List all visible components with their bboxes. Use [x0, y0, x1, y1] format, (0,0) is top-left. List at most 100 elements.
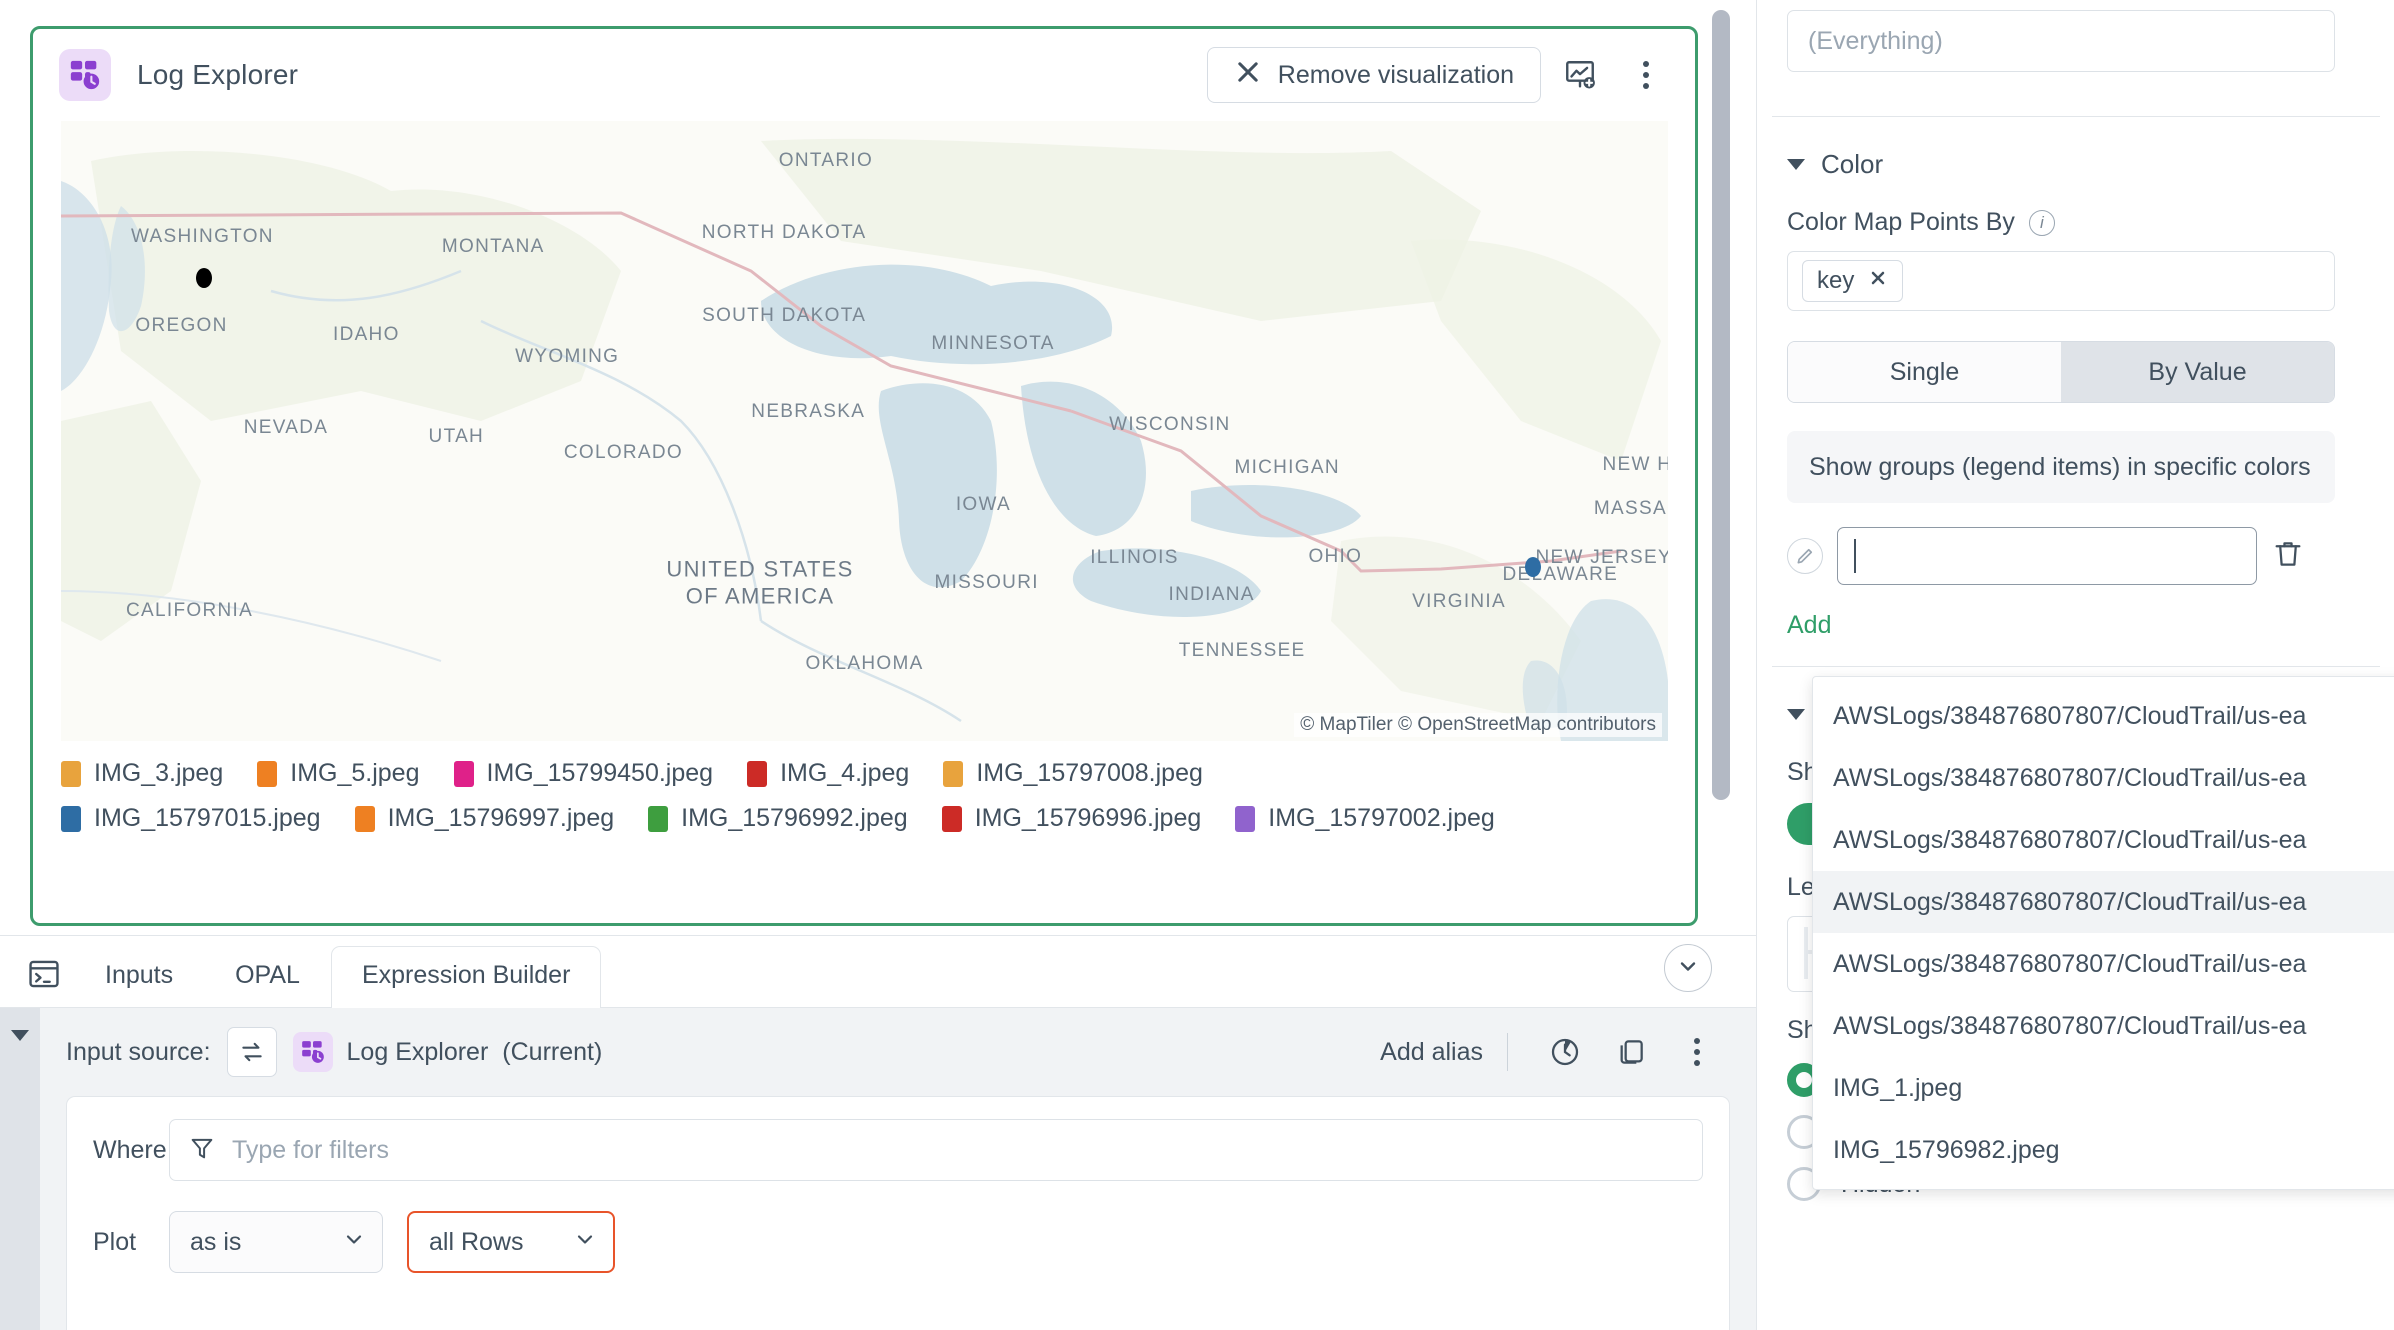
divider — [1772, 116, 2380, 117]
add-color-rule-button[interactable]: Add — [1787, 611, 2364, 640]
tab-opal[interactable]: OPAL — [204, 946, 331, 1008]
plot-mode-value: as is — [190, 1228, 241, 1257]
legend-item[interactable]: IMG_15799450.jpeg — [454, 759, 714, 788]
tab-inputs[interactable]: Inputs — [74, 946, 204, 1008]
key-chip[interactable]: key — [1802, 260, 1903, 302]
add-chart-icon[interactable] — [1553, 48, 1607, 102]
visualization-card: Log Explorer Remove visualization — [30, 26, 1698, 926]
point-delaware[interactable] — [1525, 557, 1541, 577]
pencil-icon[interactable] — [1787, 538, 1823, 574]
segment-single[interactable]: Single — [1788, 342, 2061, 402]
legend-item[interactable]: IMG_5.jpeg — [257, 759, 419, 788]
scrollbar-thumb[interactable] — [1712, 10, 1730, 800]
legend-item[interactable]: IMG_15796997.jpeg — [355, 804, 615, 833]
legend-color-swatch — [454, 761, 474, 787]
legend-item-label: IMG_5.jpeg — [290, 759, 419, 788]
input-source-label: Input source: — [66, 1038, 211, 1067]
legend-row: IMG_15797015.jpeg IMG_15796997.jpeg IMG_15… — [61, 804, 1667, 833]
plot-mode-select[interactable]: as is — [169, 1211, 383, 1273]
legend-item[interactable]: IMG_15797008.jpeg — [943, 759, 1203, 788]
dropdown-item[interactable]: IMG_1.jpeg — [1813, 1057, 2394, 1119]
legend-color-swatch — [61, 761, 81, 787]
close-icon[interactable] — [1868, 267, 1888, 295]
legend-item[interactable]: IMG_4.jpeg — [747, 759, 909, 788]
legend-item[interactable]: IMG_15796996.jpeg — [942, 804, 1202, 833]
legend-color-swatch — [355, 806, 375, 832]
add-alias-button[interactable]: Add alias — [1380, 1038, 1483, 1067]
everything-placeholder: (Everything) — [1808, 27, 1943, 56]
filter-icon — [188, 1134, 216, 1167]
terminal-icon — [14, 957, 74, 1007]
legend-item[interactable]: IMG_15797002.jpeg — [1235, 804, 1495, 833]
legend-item-label: IMG_3.jpeg — [94, 759, 223, 788]
dropdown-item[interactable]: AWSLogs/384876807807/CloudTrail/us-ea — [1813, 933, 2394, 995]
collapse-panel-button[interactable] — [1664, 944, 1712, 992]
where-label: Where — [93, 1136, 169, 1165]
map-legend: IMG_3.jpeg IMG_5.jpeg IMG_15799450.jpeg IMG… — [33, 741, 1695, 833]
dropdown-item[interactable]: AWSLogs/384876807807/CloudTrail/us-ea — [1813, 685, 2394, 747]
trash-icon[interactable] — [2271, 537, 2305, 576]
divider — [1772, 666, 2380, 667]
point-oregon[interactable] — [196, 268, 212, 288]
bottom-panel-tabbar: InputsOPALExpression Builder — [0, 936, 1756, 1008]
color-section-title: Color — [1821, 149, 1883, 180]
dropdown-item[interactable]: IMG_15796982.jpeg — [1813, 1119, 2394, 1181]
legend-item-label: IMG_15797002.jpeg — [1268, 804, 1495, 833]
plot-label: Plot — [93, 1228, 169, 1257]
legend-row: IMG_3.jpeg IMG_5.jpeg IMG_15799450.jpeg IMG… — [61, 759, 1667, 788]
legend-color-swatch — [648, 806, 668, 832]
legend-color-swatch — [61, 806, 81, 832]
legend-item[interactable]: IMG_3.jpeg — [61, 759, 223, 788]
value-autocomplete-dropdown[interactable]: AWSLogs/384876807807/CloudTrail/us-eaAWS… — [1812, 676, 2394, 1190]
map-canvas — [61, 121, 1668, 741]
main-column: Log Explorer Remove visualization — [0, 0, 1756, 1330]
where-row: Where Type for filters — [93, 1119, 1703, 1181]
builder-collapse-handle[interactable] — [0, 1008, 40, 1330]
log-explorer-icon — [59, 49, 111, 101]
color-section-header[interactable]: Color — [1787, 149, 2364, 180]
filter-input[interactable]: Type for filters — [169, 1119, 1703, 1181]
builder-body: Input source: — [40, 1008, 1756, 1330]
color-value-input[interactable] — [1837, 527, 2257, 585]
chevron-down-icon — [573, 1227, 597, 1258]
dropdown-item[interactable]: AWSLogs/384876807807/CloudTrail/us-ea — [1813, 747, 2394, 809]
color-help-text: Show groups (legend items) in specific c… — [1787, 431, 2335, 503]
tab-expression-builder[interactable]: Expression Builder — [331, 946, 601, 1008]
dropdown-item[interactable]: AWSLogs/384876807807/CloudTrail/us-ea — [1813, 871, 2394, 933]
remove-visualization-button[interactable]: Remove visualization — [1207, 47, 1541, 103]
kebab-menu-icon[interactable] — [1619, 48, 1673, 102]
input-source-row: Input source: — [40, 1008, 1756, 1096]
visualization-scrollbar[interactable] — [1712, 10, 1730, 890]
map-attribution: © MapTiler © OpenStreetMap contributors — [1294, 713, 1662, 737]
color-mode-segmented: SingleBy Value — [1787, 341, 2335, 403]
map-visualization[interactable]: ONTARIOWASHINGTONMONTANANORTH DAKOTAMINN… — [61, 121, 1668, 741]
dropdown-item[interactable]: AWSLogs/384876807807/CloudTrail/us-ea — [1813, 809, 2394, 871]
close-icon — [1234, 58, 1262, 93]
legend-color-swatch — [257, 761, 277, 787]
kebab-menu-icon[interactable] — [1670, 1025, 1724, 1079]
divider — [1507, 1033, 1508, 1071]
plot-rows-select[interactable]: all Rows — [407, 1211, 615, 1273]
chevron-down-icon — [342, 1227, 366, 1258]
dropdown-item[interactable]: AWSLogs/384876807807/CloudTrail/us-ea — [1813, 995, 2394, 1057]
info-icon[interactable]: i — [2029, 210, 2055, 236]
legend-color-swatch — [1235, 806, 1255, 832]
legend-item-label: IMG_15797008.jpeg — [976, 759, 1203, 788]
duplicate-icon[interactable] — [1604, 1025, 1658, 1079]
everything-input[interactable]: (Everything) — [1787, 10, 2335, 72]
legend-item[interactable]: IMG_15796992.jpeg — [648, 804, 908, 833]
clock-icon[interactable] — [1538, 1025, 1592, 1079]
swap-icon[interactable] — [227, 1027, 277, 1077]
bottom-panel: InputsOPALExpression Builder Input sourc… — [0, 935, 1756, 1330]
filter-placeholder: Type for filters — [232, 1136, 389, 1165]
legend-item[interactable]: IMG_15797015.jpeg — [61, 804, 321, 833]
color-value-row — [1787, 527, 2364, 585]
color-map-points-by-field[interactable]: key — [1787, 251, 2335, 311]
plot-rows-value: all Rows — [429, 1228, 523, 1257]
app-root: Log Explorer Remove visualization — [0, 0, 2394, 1330]
segment-by-value[interactable]: By Value — [2061, 342, 2334, 402]
chevron-down-icon — [1676, 954, 1700, 983]
input-source-name[interactable]: Log Explorer — [347, 1038, 489, 1067]
legend-color-swatch — [747, 761, 767, 787]
triangle-down-icon — [1787, 709, 1805, 720]
